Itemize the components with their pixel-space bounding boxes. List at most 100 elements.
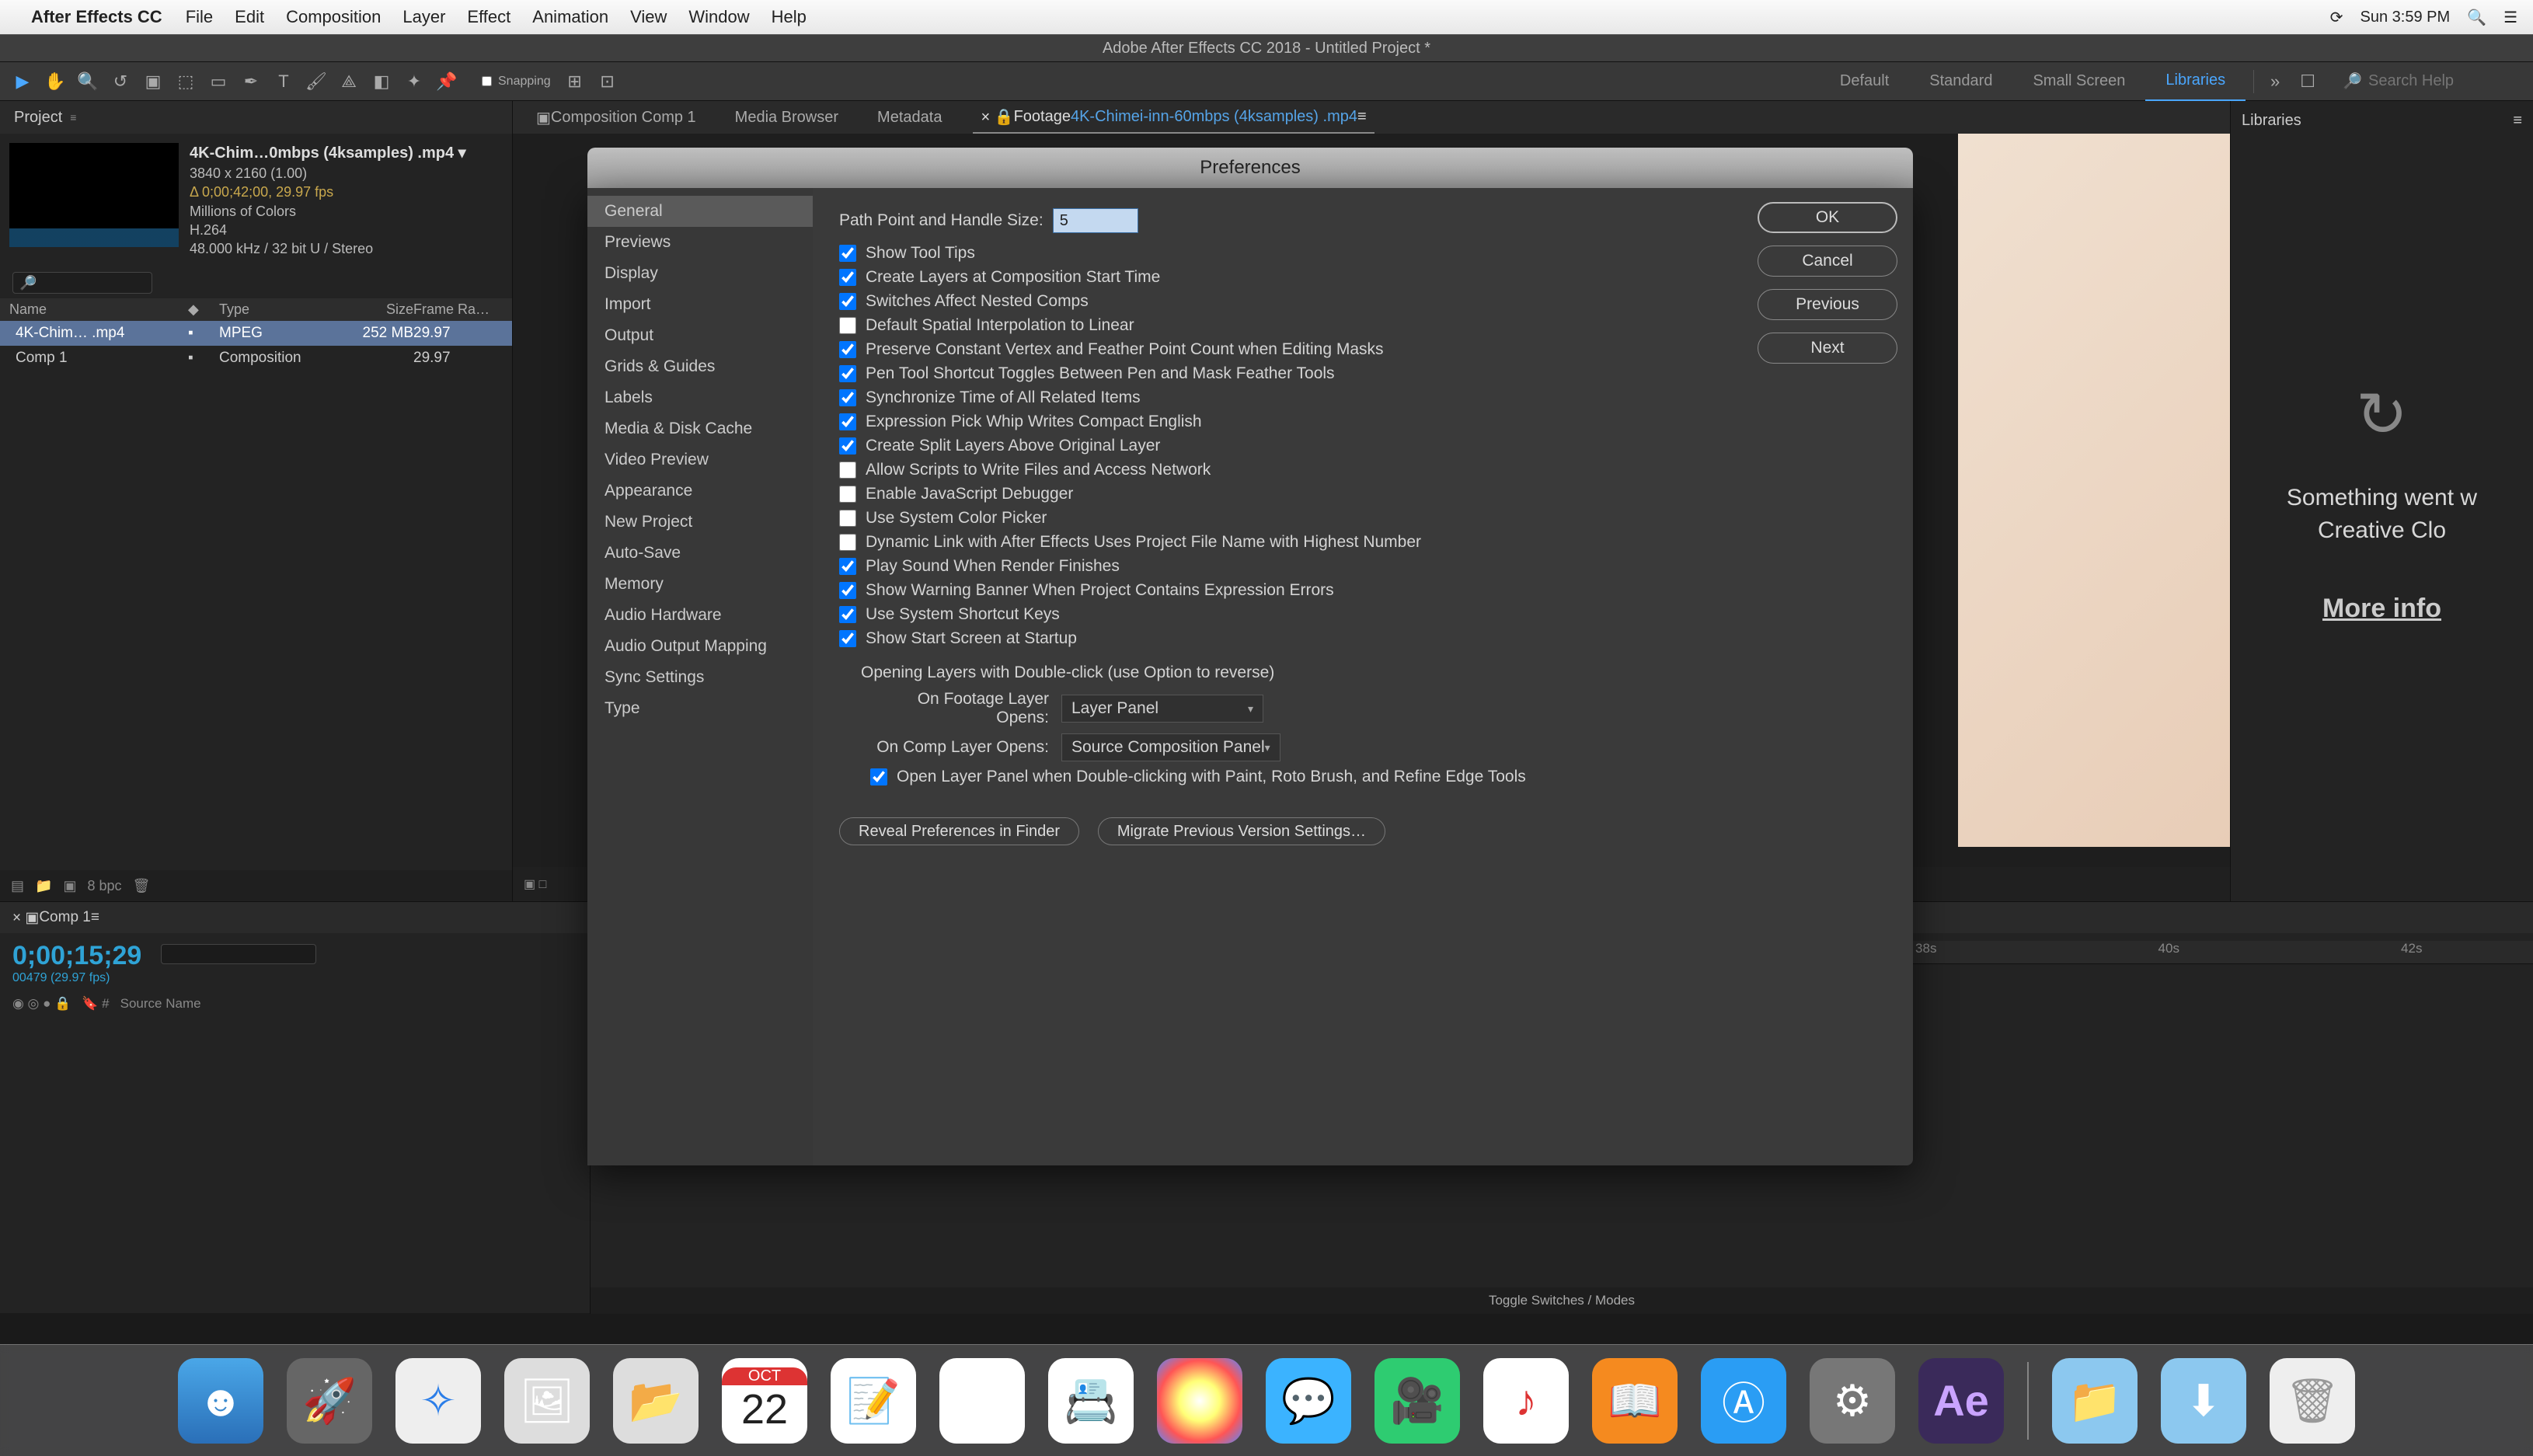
- dock-reminders-icon[interactable]: ☑: [939, 1358, 1025, 1444]
- pan-behind-tool-icon[interactable]: ⬚: [172, 68, 199, 95]
- pref-check[interactable]: [839, 486, 856, 503]
- pref-category-memory[interactable]: Memory: [587, 569, 813, 600]
- pref-check[interactable]: [839, 606, 856, 623]
- tab-media-browser[interactable]: Media Browser: [727, 101, 846, 134]
- dock-calendar-icon[interactable]: OCT22: [722, 1358, 807, 1444]
- menu-help[interactable]: Help: [772, 7, 807, 27]
- menu-composition[interactable]: Composition: [286, 7, 381, 27]
- dock-safari-icon[interactable]: ✧: [395, 1358, 481, 1444]
- dock-ibooks-icon[interactable]: 📖: [1592, 1358, 1678, 1444]
- dock-launchpad-icon[interactable]: 🚀: [287, 1358, 372, 1444]
- dock-folder-icon[interactable]: 📂: [613, 1358, 699, 1444]
- pref-check[interactable]: [839, 389, 856, 406]
- dock-finder-icon[interactable]: ☻: [178, 1358, 263, 1444]
- col-label[interactable]: ◆: [188, 301, 219, 318]
- previous-button[interactable]: Previous: [1758, 289, 1897, 320]
- project-search-input[interactable]: [12, 272, 152, 294]
- dock-contacts-icon[interactable]: 📇: [1048, 1358, 1134, 1444]
- pref-category-sync-settings[interactable]: Sync Settings: [587, 662, 813, 693]
- col-type[interactable]: Type: [219, 301, 328, 318]
- dock-facetime-icon[interactable]: 🎥: [1375, 1358, 1460, 1444]
- pen-tool-icon[interactable]: ✒: [238, 68, 264, 95]
- interpret-icon[interactable]: ▤: [11, 878, 24, 894]
- pref-check[interactable]: [839, 630, 856, 647]
- pref-check[interactable]: [839, 341, 856, 358]
- pref-category-type[interactable]: Type: [587, 693, 813, 724]
- dock-trash-icon[interactable]: 🗑: [2270, 1358, 2355, 1444]
- spotlight-icon[interactable]: 🔍: [2467, 8, 2486, 27]
- dock-aftereffects-icon[interactable]: Ae: [1918, 1358, 2004, 1444]
- dock-settings-icon[interactable]: ⚙: [1810, 1358, 1895, 1444]
- col-name[interactable]: Name: [9, 301, 188, 318]
- migrate-prefs-button[interactable]: Migrate Previous Version Settings…: [1098, 817, 1385, 845]
- puppet-tool-icon[interactable]: 📌: [434, 68, 460, 95]
- camera-tool-icon[interactable]: ▣: [140, 68, 166, 95]
- project-row[interactable]: 4K-Chim… .mp4 ▪ MPEG 252 MB 29.97: [0, 321, 512, 346]
- menu-view[interactable]: View: [630, 7, 667, 27]
- pref-category-display[interactable]: Display: [587, 258, 813, 289]
- folder-icon[interactable]: 📁: [35, 878, 52, 894]
- pref-category-general[interactable]: General: [587, 196, 813, 227]
- search-help-input[interactable]: [2368, 72, 2524, 90]
- snap-opt1-icon[interactable]: ⊞: [562, 68, 588, 95]
- dock-itunes-icon[interactable]: ♪: [1483, 1358, 1569, 1444]
- pref-category-audio-output-mapping[interactable]: Audio Output Mapping: [587, 631, 813, 662]
- col-size[interactable]: Size: [328, 301, 413, 318]
- pref-check[interactable]: [839, 437, 856, 455]
- pref-category-auto-save[interactable]: Auto-Save: [587, 538, 813, 569]
- selection-tool-icon[interactable]: ▶: [9, 68, 36, 95]
- roto-tool-icon[interactable]: ✦: [401, 68, 427, 95]
- zoom-tool-icon[interactable]: 🔍: [75, 68, 101, 95]
- workspace-reset-icon[interactable]: ☐: [2294, 68, 2321, 95]
- dock-photos-icon[interactable]: [1157, 1358, 1242, 1444]
- tab-metadata[interactable]: Metadata: [869, 101, 949, 134]
- menu-effect[interactable]: Effect: [467, 7, 510, 27]
- dock-apps-folder-icon[interactable]: 📁: [2052, 1358, 2138, 1444]
- ok-button[interactable]: OK: [1758, 202, 1897, 233]
- pref-category-previews[interactable]: Previews: [587, 227, 813, 258]
- footage-open-select[interactable]: Layer Panel▾: [1061, 695, 1263, 723]
- menu-window[interactable]: Window: [688, 7, 749, 27]
- menu-file[interactable]: File: [186, 7, 213, 27]
- timeline-search[interactable]: [161, 944, 316, 964]
- open-layer-panel-check[interactable]: [870, 768, 887, 785]
- rotate-tool-icon[interactable]: ↺: [107, 68, 134, 95]
- pref-category-appearance[interactable]: Appearance: [587, 475, 813, 507]
- reveal-prefs-button[interactable]: Reveal Preferences in Finder: [839, 817, 1079, 845]
- pref-check[interactable]: [839, 317, 856, 334]
- pref-category-import[interactable]: Import: [587, 289, 813, 320]
- menu-layer[interactable]: Layer: [402, 7, 445, 27]
- snapping-checkbox[interactable]: [482, 76, 492, 86]
- panel-menu-icon[interactable]: ≡: [70, 111, 76, 124]
- pref-check[interactable]: [839, 462, 856, 479]
- pref-check[interactable]: [839, 365, 856, 382]
- pref-category-video-preview[interactable]: Video Preview: [587, 444, 813, 475]
- workspace-standard[interactable]: Standard: [1909, 62, 2012, 101]
- clock[interactable]: Sun 3:59 PM: [2361, 9, 2451, 26]
- cancel-button[interactable]: Cancel: [1758, 246, 1897, 277]
- pref-check[interactable]: [839, 534, 856, 551]
- text-tool-icon[interactable]: T: [270, 68, 297, 95]
- source-name-header[interactable]: Source Name: [120, 996, 201, 1012]
- layer-toggles-icon[interactable]: ◉ ◎ ● 🔒: [12, 996, 71, 1012]
- more-info-link[interactable]: More info: [2242, 594, 2522, 624]
- dock-messages-icon[interactable]: 💬: [1266, 1358, 1351, 1444]
- bpc-label[interactable]: 8 bpc: [87, 878, 121, 894]
- menu-animation[interactable]: Animation: [532, 7, 608, 27]
- pref-check[interactable]: [839, 293, 856, 310]
- workspace-more-icon[interactable]: »: [2262, 68, 2288, 95]
- project-row[interactable]: Comp 1 ▪ Composition 29.97: [0, 346, 512, 371]
- dock-preview-icon[interactable]: 🖼: [504, 1358, 590, 1444]
- dock-downloads-icon[interactable]: ⬇: [2161, 1358, 2246, 1444]
- pref-check[interactable]: [839, 269, 856, 286]
- workspace-default[interactable]: Default: [1820, 62, 1909, 101]
- hand-tool-icon[interactable]: ✋: [42, 68, 68, 95]
- dock-notes-icon[interactable]: 📝: [831, 1358, 916, 1444]
- current-timecode[interactable]: 0;00;15;29: [12, 941, 141, 970]
- pref-check[interactable]: [839, 582, 856, 599]
- pref-category-output[interactable]: Output: [587, 320, 813, 351]
- tab-footage[interactable]: × 🔒 Footage 4K-Chimei-inn-60mbps (4ksamp…: [973, 101, 1374, 134]
- clone-tool-icon[interactable]: ⟁: [336, 68, 362, 95]
- pref-check[interactable]: [839, 558, 856, 575]
- menu-edit[interactable]: Edit: [235, 7, 264, 27]
